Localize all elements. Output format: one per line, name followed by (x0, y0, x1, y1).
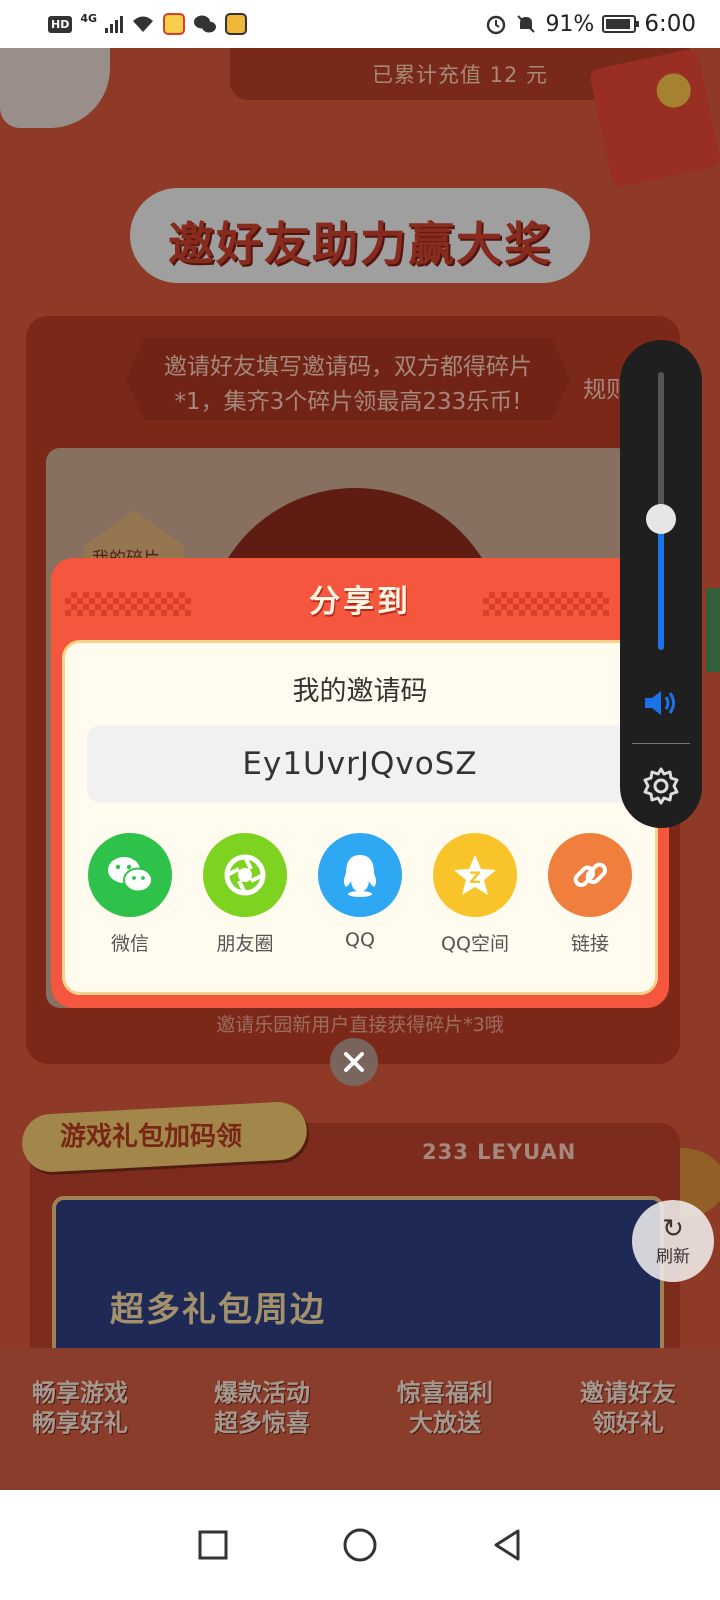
qq-icon (318, 833, 402, 917)
share-moments-label: 朋友圈 (216, 933, 274, 955)
volume-divider (632, 743, 690, 744)
settings-gear-icon[interactable] (641, 766, 681, 806)
close-dialog-button[interactable] (330, 1038, 378, 1086)
invite-code-value: Ey1UvrJQvoSZ (242, 746, 478, 782)
share-moments-button[interactable]: 朋友圈 (190, 833, 300, 956)
network-type: 4G (80, 11, 98, 25)
battery-icon (602, 15, 640, 33)
share-dialog: 分享到 我的邀请码 Ey1UvrJQvoSZ 微信 朋友圈 QQ Z QQ空间 … (51, 558, 669, 1008)
hd-badge: HD (48, 15, 73, 33)
wifi-icon (133, 16, 154, 32)
share-qq-button[interactable]: QQ (305, 833, 415, 956)
svg-text:Z: Z (469, 868, 481, 887)
back-button[interactable] (477, 1515, 537, 1575)
mute-icon (517, 15, 536, 33)
wechat-icon (88, 833, 172, 917)
speaker-icon[interactable] (642, 688, 680, 718)
refresh-label: 刷新 (656, 1246, 690, 1267)
recents-button[interactable] (183, 1515, 243, 1575)
share-targets: 微信 朋友圈 QQ Z QQ空间 链接 (75, 833, 645, 956)
link-icon (548, 833, 632, 917)
refresh-icon: ↻ (662, 1213, 684, 1244)
app-notification-icon (225, 13, 248, 35)
clock: 6:00 (644, 11, 696, 37)
share-wechat-label: 微信 (110, 933, 149, 955)
alarm-icon (487, 15, 506, 35)
home-button[interactable] (330, 1515, 390, 1575)
wechat-status-icon (194, 15, 217, 33)
dialog-title: 分享到 (309, 584, 411, 620)
volume-panel (620, 340, 702, 828)
share-qq-label: QQ (345, 929, 375, 951)
square-icon (198, 1530, 228, 1560)
volume-slider-fill (658, 519, 664, 650)
qzone-icon: Z (433, 833, 517, 917)
invite-code-box[interactable]: Ey1UvrJQvoSZ (87, 725, 633, 803)
refresh-button[interactable]: ↻ 刷新 (632, 1200, 714, 1282)
share-qzone-button[interactable]: Z QQ空间 (420, 833, 530, 956)
share-link-label: 链接 (570, 933, 609, 955)
circle-icon (343, 1528, 377, 1562)
share-link-button[interactable]: 链接 (535, 833, 645, 956)
share-qzone-label: QQ空间 (441, 933, 509, 955)
signal-icon (105, 15, 124, 33)
weibo-icon (163, 13, 186, 35)
close-icon (344, 1052, 364, 1072)
invite-code-label: 我的邀请码 (292, 676, 428, 707)
volume-slider-thumb[interactable] (646, 504, 676, 535)
triangle-back-icon (494, 1529, 520, 1561)
moments-icon (203, 833, 287, 917)
navigation-bar (0, 1490, 720, 1600)
battery-percent: 91% (545, 11, 595, 37)
dialog-body: 我的邀请码 Ey1UvrJQvoSZ 微信 朋友圈 QQ Z QQ空间 链接 (62, 640, 658, 995)
share-wechat-button[interactable]: 微信 (75, 833, 185, 956)
status-bar: HD 4G 91% 6:00 (0, 0, 720, 48)
